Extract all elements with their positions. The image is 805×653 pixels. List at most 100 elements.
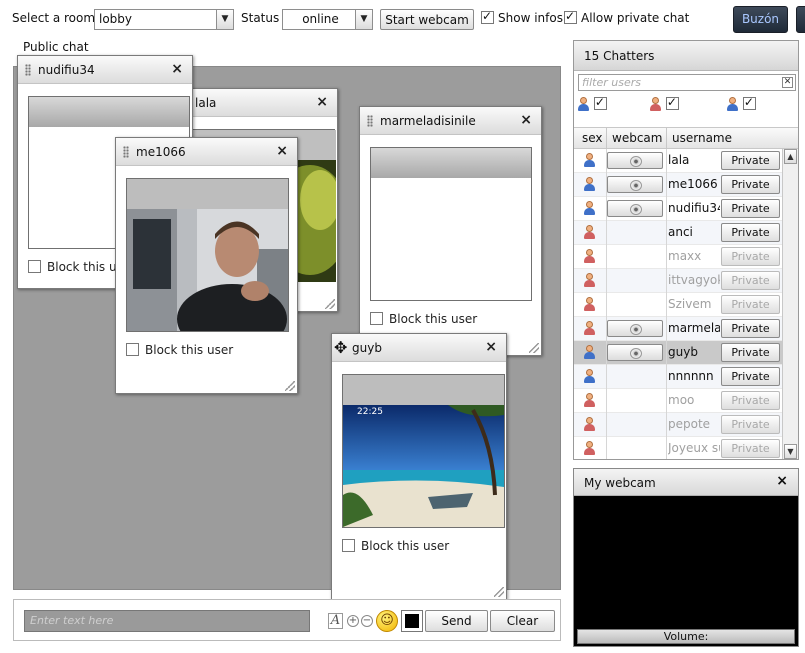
filter-couple-checkbox[interactable]: [742, 95, 756, 110]
webcam-view-button[interactable]: [607, 152, 663, 169]
chatters-scrollbar[interactable]: ▲ ▼: [782, 149, 798, 459]
clear-button[interactable]: Clear: [490, 610, 555, 632]
block-user-checkbox[interactable]: [370, 312, 383, 325]
filter-male-checkbox[interactable]: [593, 95, 607, 110]
scroll-down-icon[interactable]: ▼: [784, 444, 797, 459]
drag-grip-icon[interactable]: [123, 146, 129, 158]
block-user-checkbox[interactable]: [342, 539, 355, 552]
cam-window-header[interactable]: marmeladisinile ×: [360, 107, 541, 135]
scroll-up-icon[interactable]: ▲: [784, 149, 797, 164]
allow-private-checkbox[interactable]: [564, 9, 577, 24]
show-infos-toggle[interactable]: Show infos: [481, 9, 563, 25]
text-color-picker[interactable]: [401, 610, 423, 632]
close-icon[interactable]: ×: [776, 473, 788, 489]
private-chat-button[interactable]: Private: [721, 319, 780, 338]
drag-grip-icon[interactable]: [367, 115, 373, 127]
message-input[interactable]: Enter text here: [24, 610, 310, 632]
block-user-checkbox[interactable]: [28, 260, 41, 273]
close-icon[interactable]: ×: [485, 339, 497, 355]
my-webcam-header: My webcam ×: [574, 469, 798, 496]
column-sex[interactable]: sex: [582, 131, 603, 145]
username[interactable]: pepote: [668, 417, 720, 431]
block-user-toggle[interactable]: Block this user: [342, 539, 449, 553]
resize-handle[interactable]: [529, 343, 539, 353]
username[interactable]: me1066: [668, 177, 720, 191]
username[interactable]: Joyeux succès: [668, 441, 720, 455]
close-icon[interactable]: ×: [316, 94, 328, 110]
cam-window-me1066[interactable]: me1066 × Block this user: [115, 137, 298, 394]
female-user-icon: [649, 96, 662, 111]
column-webcam[interactable]: webcam: [612, 131, 662, 145]
private-chat-button[interactable]: Private: [721, 271, 780, 290]
video-frame-me1066: [127, 179, 288, 354]
resize-handle[interactable]: [285, 381, 295, 391]
private-chat-button[interactable]: Private: [721, 175, 780, 194]
private-chat-button[interactable]: Private: [721, 415, 780, 434]
username[interactable]: ittvagyok: [668, 273, 720, 287]
move-cursor-icon[interactable]: ✥: [334, 338, 347, 357]
start-webcam-button[interactable]: Start webcam: [380, 9, 474, 30]
block-user-checkbox[interactable]: [126, 343, 139, 356]
username[interactable]: marmeladisinile: [668, 321, 720, 335]
webcam-view-button[interactable]: [607, 344, 663, 361]
send-button[interactable]: Send: [425, 610, 488, 632]
cam-window-marmeladisinile[interactable]: marmeladisinile × Block this user: [359, 106, 542, 356]
private-chat-button[interactable]: Private: [721, 439, 780, 458]
filter-female[interactable]: [649, 95, 679, 111]
username[interactable]: lala: [668, 153, 720, 167]
private-chat-button[interactable]: Private: [721, 199, 780, 218]
cam-window-header[interactable]: nudifiu34 ×: [18, 56, 192, 84]
private-chat-button[interactable]: Private: [721, 151, 780, 170]
increase-font-icon[interactable]: +: [347, 615, 359, 627]
decrease-font-icon[interactable]: −: [361, 615, 373, 627]
my-webcam-panel: My webcam × Volume:: [573, 468, 799, 647]
buzon-button[interactable]: Buzón: [733, 6, 788, 33]
extra-toolbar-button[interactable]: [796, 6, 805, 33]
cam-window-guyb[interactable]: ✥ guyb × 22:25 Block this user: [331, 333, 507, 600]
username[interactable]: nudifiu34: [668, 201, 720, 215]
webcam-view-button[interactable]: [607, 176, 663, 193]
filter-couple[interactable]: [726, 95, 756, 111]
clear-filter-icon[interactable]: ✕: [782, 77, 793, 88]
close-icon[interactable]: ×: [276, 143, 288, 159]
filter-users-input[interactable]: filter users ✕: [578, 74, 796, 91]
volume-slider[interactable]: Volume:: [577, 629, 795, 644]
show-infos-checkbox[interactable]: [481, 9, 494, 24]
block-user-toggle[interactable]: Block this user: [126, 343, 233, 357]
username[interactable]: nnnnnn: [668, 369, 720, 383]
private-chat-button[interactable]: Private: [721, 295, 780, 314]
private-chat-button[interactable]: Private: [721, 247, 780, 266]
cam-window-header[interactable]: ✥ guyb ×: [332, 334, 506, 362]
chatters-header: 15 Chatters: [574, 41, 798, 71]
allow-private-toggle[interactable]: Allow private chat: [564, 9, 689, 25]
cam-window-header[interactable]: me1066 ×: [116, 138, 297, 166]
filter-female-checkbox[interactable]: [665, 95, 679, 110]
female-user-icon: [583, 321, 596, 335]
status-select[interactable]: online ▼: [282, 9, 373, 30]
username[interactable]: anci: [668, 225, 720, 239]
private-chat-button[interactable]: Private: [721, 391, 780, 410]
smiley-icon[interactable]: ☺: [376, 610, 398, 632]
private-chat-button[interactable]: Private: [721, 367, 780, 386]
drag-grip-icon[interactable]: [25, 64, 31, 76]
close-icon[interactable]: ×: [520, 112, 532, 128]
close-icon[interactable]: ×: [171, 61, 183, 77]
private-chat-button[interactable]: Private: [721, 223, 780, 242]
filter-male[interactable]: [577, 95, 607, 111]
cam-window-header[interactable]: lala ×: [173, 89, 337, 117]
cam-video: [126, 178, 289, 354]
block-user-toggle[interactable]: Block this user: [370, 312, 477, 326]
male-user-icon: [583, 177, 596, 191]
resize-handle[interactable]: [494, 587, 504, 597]
username[interactable]: Szivem: [668, 297, 720, 311]
username[interactable]: maxx: [668, 249, 720, 263]
webcam-view-button[interactable]: [607, 320, 663, 337]
resize-handle[interactable]: [325, 299, 335, 309]
private-chat-button[interactable]: Private: [721, 343, 780, 362]
room-select[interactable]: lobby ▼: [94, 9, 234, 30]
username[interactable]: moo: [668, 393, 720, 407]
webcam-view-button[interactable]: [607, 200, 663, 217]
username[interactable]: guyb: [668, 345, 720, 359]
column-username[interactable]: username: [672, 131, 732, 145]
font-style-icon[interactable]: A: [328, 613, 343, 629]
